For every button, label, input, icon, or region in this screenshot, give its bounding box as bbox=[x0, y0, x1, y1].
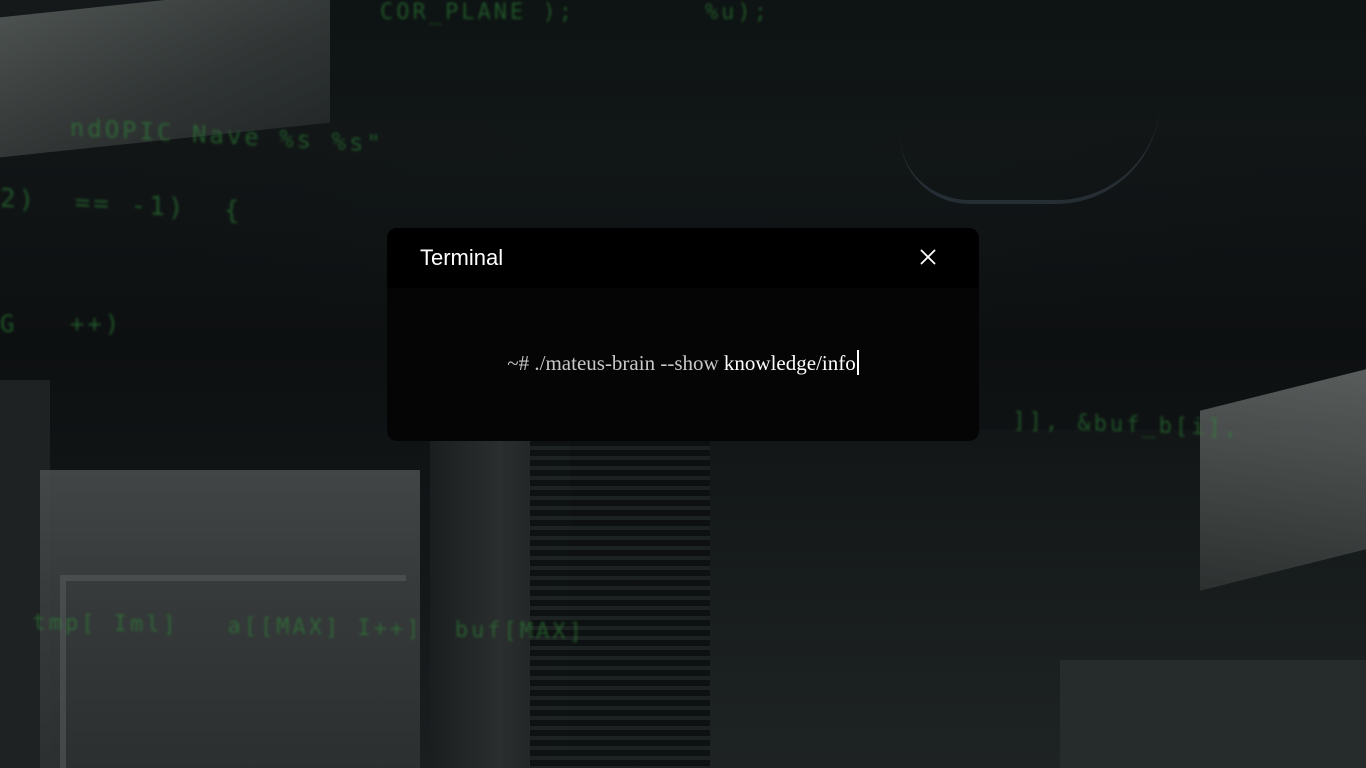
background-code-line: 2) == -1) { bbox=[0, 183, 243, 227]
close-button[interactable] bbox=[913, 242, 943, 272]
command-line[interactable]: ~# ./mateus-brain --show knowledge/info bbox=[387, 350, 979, 376]
close-icon bbox=[920, 249, 936, 265]
terminal-header: Terminal bbox=[387, 228, 979, 288]
terminal-prompt: ~# bbox=[507, 351, 530, 375]
background-frame bbox=[60, 575, 406, 768]
background-cable-coil bbox=[530, 440, 710, 768]
background-code-line: G ++) bbox=[0, 310, 123, 338]
background-cable bbox=[900, 100, 1160, 204]
background-desk bbox=[1060, 660, 1366, 768]
terminal-argument: knowledge/info bbox=[723, 351, 856, 375]
terminal-body[interactable]: ~# ./mateus-brain --show knowledge/info bbox=[387, 288, 979, 441]
terminal-dialog: Terminal ~# ./mateus-brain --show knowle… bbox=[387, 228, 979, 441]
text-cursor bbox=[856, 350, 859, 375]
terminal-title: Terminal bbox=[420, 245, 504, 270]
terminal-command: ./mateus-brain --show bbox=[534, 351, 719, 375]
background-code-line: COR_PLANE ); %u); bbox=[380, 0, 770, 25]
